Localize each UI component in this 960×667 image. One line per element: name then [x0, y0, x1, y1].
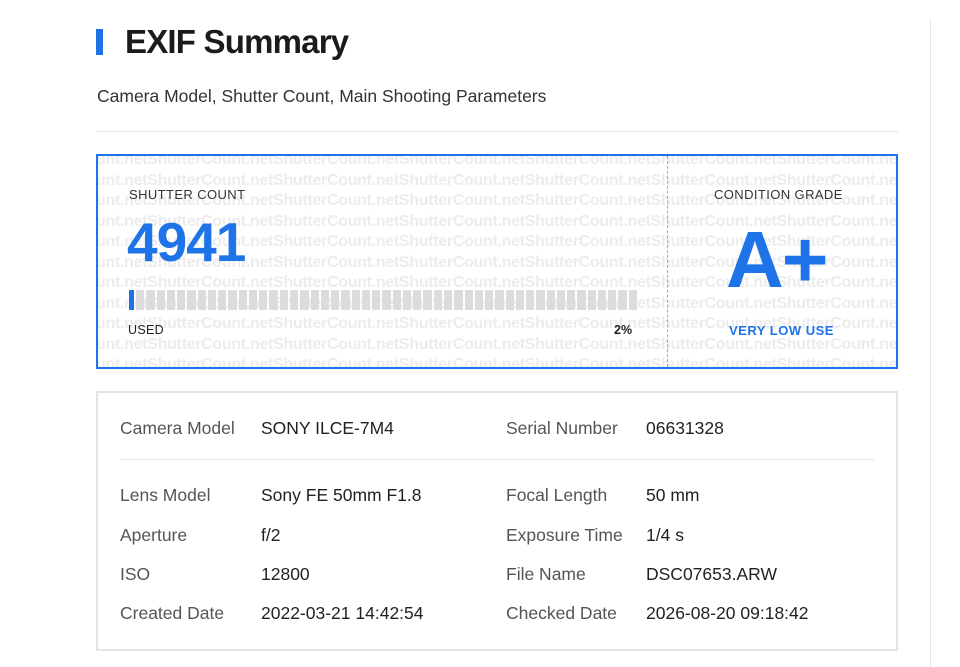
focal-length-label: Focal Length: [506, 485, 608, 505]
usage-segment-empty: [300, 290, 309, 310]
usage-segment-empty: [423, 290, 432, 310]
checked-date-label: Checked Date: [506, 603, 617, 623]
exposure-time-label: Exposure Time: [506, 525, 623, 545]
usage-segment-empty: [597, 290, 607, 310]
usage-segment-empty: [279, 290, 288, 310]
usage-segment-empty: [392, 290, 401, 310]
camera-model-value: SONY ILCE-7M4: [261, 418, 394, 438]
usage-segment-empty: [587, 290, 596, 310]
watermark-line: unt.netShutterCount.netShutterCount.netS…: [96, 154, 898, 168]
page-subtitle: Camera Model, Shutter Count, Main Shooti…: [97, 86, 547, 106]
usage-segment-empty: [402, 290, 412, 310]
usage-segment-empty: [577, 290, 586, 310]
shutter-count-value: 4941: [127, 211, 246, 273]
usage-segment-empty: [177, 290, 186, 310]
details-row: ISO 12800 File Name DSC07653.ARW: [120, 564, 880, 588]
usage-segment-empty: [567, 290, 576, 310]
usage-segment-empty: [433, 290, 442, 310]
usage-bar: [129, 290, 638, 310]
usage-segment-empty: [608, 290, 617, 310]
usage-segment-empty: [546, 290, 555, 310]
details-row: Aperture f/2 Exposure Time 1/4 s: [120, 525, 880, 549]
shutter-count-card: unt.netShutterCount.netShutterCount.netS…: [96, 154, 898, 369]
usage-segment-empty: [618, 290, 627, 310]
created-date-label: Created Date: [120, 603, 225, 623]
usage-segment-empty: [259, 290, 268, 310]
usage-segment-empty: [464, 290, 473, 310]
used-percent: 2%: [614, 323, 633, 337]
usage-segment-empty: [207, 290, 217, 310]
card-divider: [667, 156, 668, 367]
focal-length-value: 50 mm: [646, 485, 700, 505]
details-divider: [120, 459, 874, 460]
usage-segment-empty: [515, 290, 525, 310]
usage-segment-empty: [382, 290, 391, 310]
usage-segment-empty: [536, 290, 545, 310]
usage-segment-empty: [310, 290, 319, 310]
usage-segment-empty: [146, 290, 155, 310]
usage-segment-empty: [526, 290, 535, 310]
file-name-label: File Name: [506, 564, 586, 584]
details-row: Lens Model Sony FE 50mm F1.8 Focal Lengt…: [120, 485, 880, 509]
usage-segment-empty: [413, 290, 422, 310]
right-divider: [930, 18, 931, 667]
usage-segment-empty: [187, 290, 196, 310]
condition-grade-description: VERY LOW USE: [729, 323, 834, 338]
usage-segment-empty: [238, 290, 247, 310]
title-row: EXIF Summary: [96, 22, 349, 62]
header-divider: [96, 131, 898, 132]
details-primary-row: Camera Model SONY ILCE-7M4 Serial Number…: [120, 418, 880, 442]
exif-details-card: Camera Model SONY ILCE-7M4 Serial Number…: [96, 391, 898, 651]
usage-segment-empty: [197, 290, 206, 310]
iso-label: ISO: [120, 564, 151, 584]
aperture-value: f/2: [261, 525, 281, 545]
file-name-value: DSC07653.ARW: [646, 564, 777, 584]
usage-segment-empty: [351, 290, 360, 310]
serial-number-value: 06631328: [646, 418, 724, 438]
watermark-line: unt.netShutterCount.netShutterCount.netS…: [96, 356, 898, 369]
usage-segment-empty: [474, 290, 484, 310]
usage-segment-empty: [289, 290, 299, 310]
title-accent-bar: [96, 29, 103, 55]
condition-grade-label: CONDITION GRADE: [714, 187, 843, 202]
usage-segment-empty: [166, 290, 176, 310]
exif-summary-page: EXIF Summary Camera Model, Shutter Count…: [0, 0, 960, 667]
usage-segment-empty: [505, 290, 514, 310]
usage-segment-filled: [129, 290, 134, 310]
usage-segment-empty: [269, 290, 278, 310]
usage-segment-empty: [218, 290, 227, 310]
condition-grade-value: A+: [726, 215, 828, 304]
checked-date-value: 2026-08-20 09:18:42: [646, 603, 809, 623]
iso-value: 12800: [261, 564, 310, 584]
usage-segment-empty: [228, 290, 237, 310]
usage-segment-empty: [372, 290, 381, 310]
usage-segment-empty: [248, 290, 258, 310]
page-title: EXIF Summary: [125, 23, 349, 60]
lens-model-value: Sony FE 50mm F1.8: [261, 485, 422, 505]
usage-segment-empty: [136, 290, 145, 310]
exposure-time-value: 1/4 s: [646, 525, 684, 545]
details-row: Created Date 2022-03-21 14:42:54 Checked…: [120, 603, 880, 627]
usage-segment-empty: [495, 290, 504, 310]
created-date-value: 2022-03-21 14:42:54: [261, 603, 424, 623]
usage-segment-empty: [341, 290, 350, 310]
usage-segment-empty: [485, 290, 494, 310]
usage-segment-empty: [556, 290, 566, 310]
usage-segment-empty: [331, 290, 340, 310]
serial-number-label: Serial Number: [506, 418, 618, 438]
usage-segment-empty: [156, 290, 165, 310]
usage-segment-empty: [320, 290, 330, 310]
usage-segment-empty: [443, 290, 453, 310]
usage-segment-empty: [628, 290, 638, 310]
camera-model-label: Camera Model: [120, 418, 235, 438]
usage-segment-empty: [454, 290, 463, 310]
usage-segment-empty: [361, 290, 371, 310]
used-label: USED: [128, 323, 164, 337]
lens-model-label: Lens Model: [120, 485, 211, 505]
aperture-label: Aperture: [120, 525, 188, 545]
shutter-count-label: SHUTTER COUNT: [129, 187, 246, 202]
